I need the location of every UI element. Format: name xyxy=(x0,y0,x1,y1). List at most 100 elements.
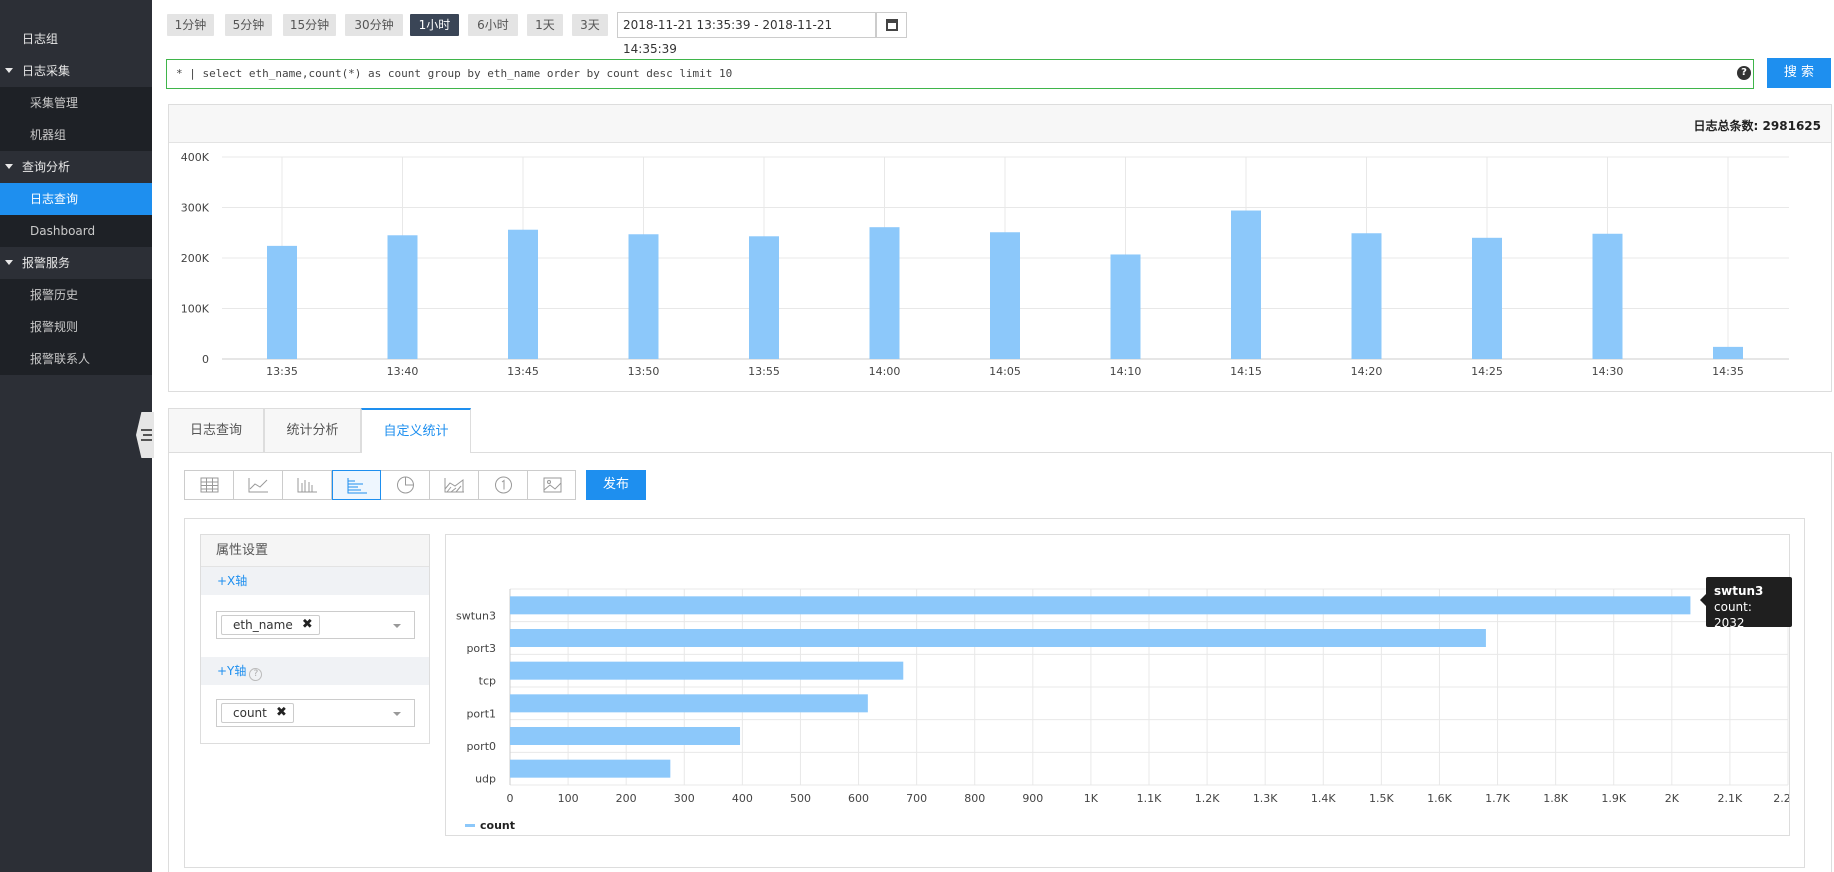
legend-label: count xyxy=(480,819,515,832)
histogram-panel: 日志总条数: 2981625 0 100K 200K 300K 400K 13:35 13:… xyxy=(168,104,1832,392)
sidebar-item-log-query[interactable]: 日志查询 xyxy=(0,183,152,215)
histogram-bar xyxy=(1592,233,1623,359)
chart-type-table[interactable] xyxy=(185,471,234,499)
bar-chart-x-tick: 2.2 xyxy=(1773,792,1789,805)
histogram-bar xyxy=(267,245,297,359)
bar-chart-bar xyxy=(510,759,671,778)
histogram-x-tick: 14:30 xyxy=(1592,365,1624,378)
histogram-bar xyxy=(869,227,900,359)
sidebar-item-machine-group[interactable]: 机器组 xyxy=(0,119,152,151)
help-circle-icon[interactable]: ? xyxy=(249,668,263,681)
menu-icon xyxy=(141,429,152,441)
sidebar-item-alert-contacts[interactable]: 报警联系人 xyxy=(0,343,152,375)
sidebar-group-query-analysis[interactable]: 查询分析 xyxy=(0,151,152,183)
sidebar-item-alert-history[interactable]: 报警历史 xyxy=(0,279,152,311)
column-chart-icon xyxy=(297,478,317,493)
time-button-3day[interactable]: 3天 xyxy=(572,14,608,36)
chart-tooltip: swtun3 count: 2032 xyxy=(1700,577,1792,630)
time-button-5min[interactable]: 5分钟 xyxy=(225,14,272,36)
publish-button[interactable]: 发布 xyxy=(586,470,646,500)
bar-chart-x-tick: 200 xyxy=(616,792,637,805)
sidebar-group-collection[interactable]: 日志采集 xyxy=(0,55,152,87)
bar-chart-x-tick: 1.3K xyxy=(1253,792,1278,805)
bar-chart-bar xyxy=(510,727,741,745)
tooltip-title: swtun3 xyxy=(1714,584,1764,598)
histogram-y-tick: 100K xyxy=(181,303,210,316)
chart-type-column[interactable] xyxy=(283,471,332,499)
calendar-icon xyxy=(886,19,898,31)
attribute-settings-panel: 属性设置 +X轴 eth_name ✖ +Y轴? count ✖ xyxy=(200,534,430,744)
histogram-bar xyxy=(1231,210,1261,359)
bar-chart-x-tick: 300 xyxy=(674,792,695,805)
histogram-bar xyxy=(1351,233,1382,359)
bar-chart-x-tick: 2.1K xyxy=(1718,792,1743,805)
histogram-x-tick: 14:20 xyxy=(1351,365,1383,378)
help-icon[interactable]: ? xyxy=(1737,66,1751,80)
histogram-header: 日志总条数: 2981625 xyxy=(169,105,1831,143)
time-button-15min[interactable]: 15分钟 xyxy=(283,14,336,36)
x-axis-select[interactable]: eth_name ✖ xyxy=(216,611,415,639)
caret-down-icon xyxy=(5,260,13,265)
chart-type-pie[interactable] xyxy=(381,471,430,499)
y-axis-add[interactable]: +Y轴? xyxy=(201,657,429,685)
histogram-x-tick: 14:35 xyxy=(1712,365,1744,378)
time-button-1day[interactable]: 1天 xyxy=(527,14,563,36)
histogram-bar xyxy=(1713,346,1743,359)
time-button-1hour[interactable]: 1小时 xyxy=(410,14,459,36)
sidebar-item-collection-management[interactable]: 采集管理 xyxy=(0,87,152,119)
single-value-icon xyxy=(495,476,512,494)
time-button-1min[interactable]: 1分钟 xyxy=(167,14,214,36)
y-axis-select[interactable]: count ✖ xyxy=(216,699,415,727)
histogram-bar xyxy=(628,234,659,359)
pie-chart-icon xyxy=(397,476,414,494)
bar-chart-y-tick: udp xyxy=(475,773,496,786)
bar-chart-x-tick: 1.4K xyxy=(1311,792,1336,805)
histogram-x-tick: 13:55 xyxy=(748,365,780,378)
histogram-bar xyxy=(1110,254,1141,359)
bar-chart-x-tick: 1.5K xyxy=(1369,792,1394,805)
bar-chart-y-tick: tcp xyxy=(479,675,496,688)
time-button-6hour[interactable]: 6小时 xyxy=(468,14,518,36)
caret-down-icon xyxy=(5,164,13,169)
chart-type-bar[interactable] xyxy=(332,470,381,500)
bar-chart-y-tick: port3 xyxy=(466,642,496,655)
area-chart-icon xyxy=(444,478,464,493)
histogram-y-tick: 300K xyxy=(181,202,210,215)
sidebar-item-alert-rules[interactable]: 报警规则 xyxy=(0,311,152,343)
bar-chart-x-tick: 2K xyxy=(1665,792,1680,805)
bar-chart-x-tick: 400 xyxy=(732,792,753,805)
histogram-x-tick: 13:40 xyxy=(387,365,419,378)
sidebar-item-dashboard[interactable]: Dashboard xyxy=(0,215,152,247)
x-axis-add[interactable]: +X轴 xyxy=(201,567,429,595)
search-button[interactable]: 搜 索 xyxy=(1767,58,1831,88)
calendar-button[interactable] xyxy=(876,12,907,38)
remove-tag-icon[interactable]: ✖ xyxy=(276,704,287,722)
time-button-30min[interactable]: 30分钟 xyxy=(345,14,403,36)
sidebar-group-alerts[interactable]: 报警服务 xyxy=(0,247,152,279)
chart-type-map[interactable] xyxy=(528,471,577,499)
histogram-bar xyxy=(387,235,418,359)
y-axis-tag: count ✖ xyxy=(221,703,294,723)
chart-type-line[interactable] xyxy=(234,471,283,499)
caret-down-icon xyxy=(5,68,13,73)
bar-chart-x-tick: 0 xyxy=(507,792,514,805)
histogram-bar xyxy=(508,229,538,359)
query-input[interactable]: * | select eth_name,count(*) as count gr… xyxy=(166,59,1754,89)
histogram-y-tick: 200K xyxy=(181,252,210,265)
tab-custom-statistics[interactable]: 自定义统计 xyxy=(361,408,471,453)
remove-tag-icon[interactable]: ✖ xyxy=(302,616,313,634)
tab-log-query[interactable]: 日志查询 xyxy=(168,408,264,452)
histogram-x-tick: 14:10 xyxy=(1110,365,1142,378)
chart-type-area[interactable] xyxy=(430,471,479,499)
bar-chart-bar xyxy=(510,596,1691,615)
tooltip-value: count: 2032 xyxy=(1714,600,1752,630)
sidebar-item-log-group[interactable]: 日志组 xyxy=(0,23,152,55)
date-range-input[interactable]: 2018-11-21 13:35:39 - 2018-11-21 14:35:3… xyxy=(617,12,876,56)
tab-statistics[interactable]: 统计分析 xyxy=(264,408,361,452)
bar-chart: 0 100 200 300 400 500 600 700 800 900 1K 1.1K 1.2K 1.… xyxy=(456,588,1789,832)
chart-type-single-value[interactable] xyxy=(479,471,528,499)
bar-chart-y-tick: swtun3 xyxy=(456,609,496,622)
bar-chart-y-tick: port1 xyxy=(466,707,496,720)
bar-chart-x-tick: 1.9K xyxy=(1601,792,1626,805)
histogram-y-tick: 400K xyxy=(181,151,210,164)
